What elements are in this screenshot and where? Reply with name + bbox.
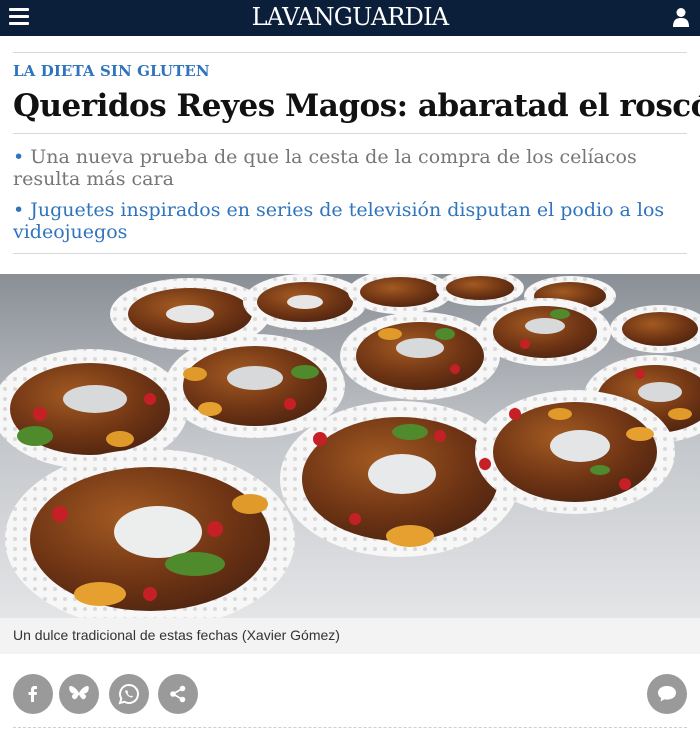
- bluesky-icon: [69, 686, 89, 700]
- section-kicker[interactable]: LA DIETA SIN GLUTEN: [13, 62, 210, 80]
- article-headline: Queridos Reyes Magos: abaratad el roscón: [13, 88, 700, 124]
- comments-button[interactable]: [647, 674, 687, 714]
- bullet-icon: •: [13, 199, 25, 221]
- user-icon[interactable]: [672, 7, 690, 27]
- related-link-1[interactable]: • Una nueva prueba de que la cesta de la…: [13, 146, 683, 190]
- divider: [13, 727, 687, 728]
- facebook-share-button[interactable]: [13, 674, 53, 714]
- divider: [13, 253, 687, 254]
- photo-caption-bar: Un dulce tradicional de estas fechas (Xav…: [0, 618, 700, 654]
- divider: [13, 133, 687, 134]
- related-link-text[interactable]: Una nueva prueba de que la cesta de la c…: [13, 146, 637, 190]
- whatsapp-share-button[interactable]: [109, 674, 149, 714]
- photo-credit: (Xavier Gómez): [241, 627, 340, 643]
- roscones-image: [0, 274, 700, 618]
- bullet-icon: •: [13, 146, 25, 168]
- article-photo[interactable]: [0, 274, 700, 618]
- whatsapp-icon: [118, 683, 139, 705]
- photo-caption: Un dulce tradicional de estas fechas (Xav…: [13, 627, 340, 643]
- related-link-2[interactable]: • Juguetes inspirados en series de telev…: [13, 199, 683, 243]
- related-link-text[interactable]: Juguetes inspirados en series de televis…: [13, 199, 664, 243]
- site-logo[interactable]: LAVANGUARDIA: [0, 3, 700, 31]
- top-navigation-bar: LAVANGUARDIA: [0, 0, 700, 36]
- bluesky-share-button[interactable]: [59, 674, 99, 714]
- divider: [13, 52, 687, 53]
- share-button[interactable]: [158, 674, 198, 714]
- share-icon: [170, 685, 186, 703]
- caption-text: Un dulce tradicional de estas fechas: [13, 627, 238, 643]
- comment-icon: [658, 686, 676, 702]
- facebook-icon: [28, 686, 37, 702]
